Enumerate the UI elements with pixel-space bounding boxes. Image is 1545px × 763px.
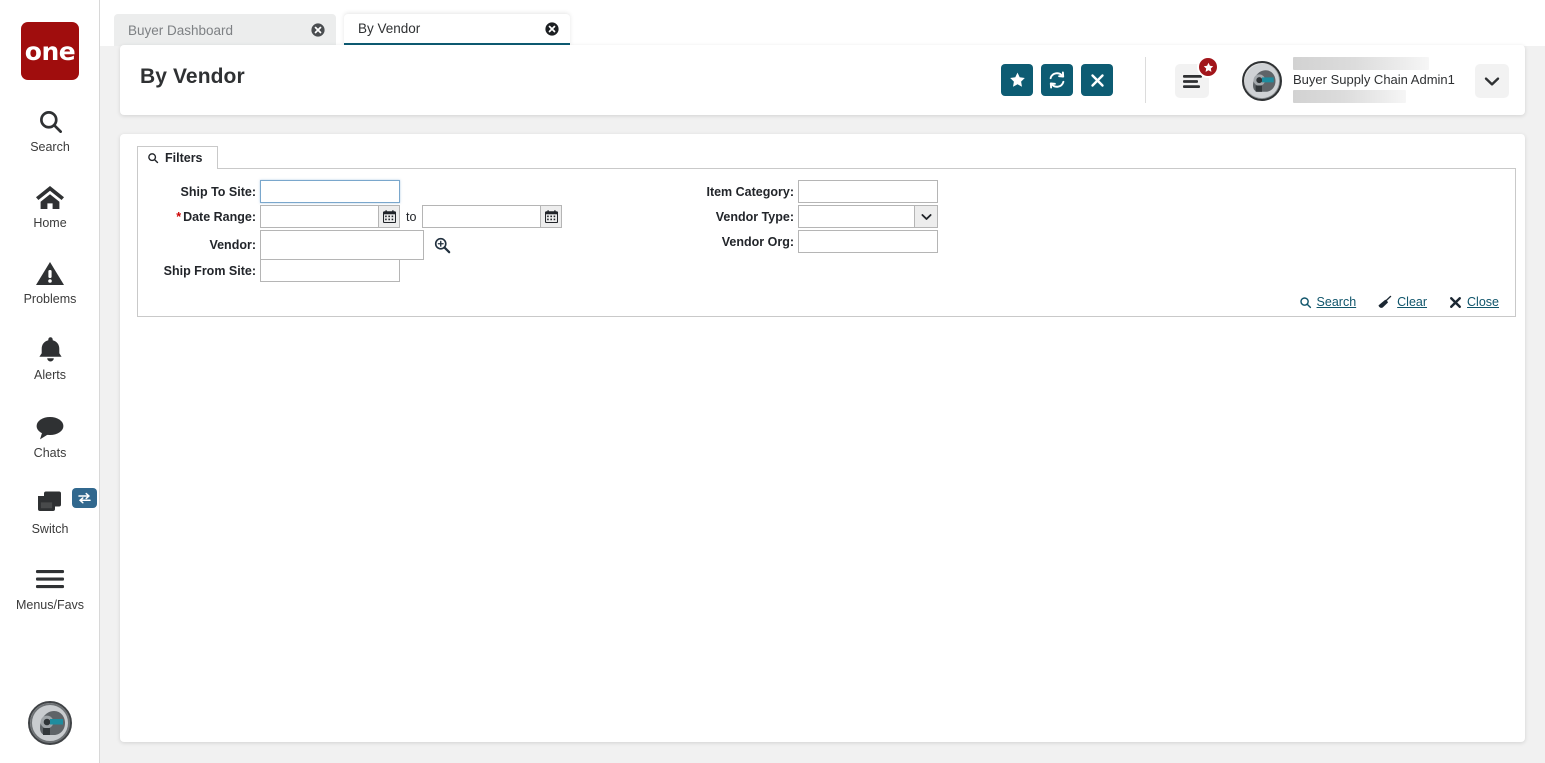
logo-text: one — [24, 36, 76, 66]
close-circle-icon[interactable] — [545, 21, 559, 36]
tab-buyer-dashboard[interactable]: Buyer Dashboard — [114, 14, 336, 46]
search-icon — [1299, 296, 1312, 309]
bell-icon — [0, 332, 100, 366]
application-window: one Search Home Problems Alerts Chats Sw… — [0, 0, 1545, 763]
left-navigation-rail: one Search Home Problems Alerts Chats Sw… — [0, 0, 100, 763]
refresh-icon — [1048, 71, 1066, 89]
ship-from-site-row: Ship From Site: — [138, 259, 400, 282]
swap-arrows-icon[interactable] — [72, 488, 97, 508]
x-icon — [1449, 296, 1462, 309]
tab-by-vendor[interactable]: By Vendor — [344, 14, 570, 46]
vendor-org-field[interactable] — [798, 230, 938, 253]
chevron-down-icon[interactable] — [914, 206, 937, 227]
favorite-button[interactable] — [1001, 64, 1033, 96]
hamburger-icon — [0, 562, 100, 596]
date-range-label-text: Date Range: — [183, 209, 256, 224]
close-button[interactable] — [1081, 64, 1113, 96]
ship-to-site-row: Ship To Site: — [138, 180, 400, 203]
sidebar-item-label: Search — [30, 140, 70, 154]
page-title: By Vendor — [140, 65, 245, 88]
vendor-org-row: Vendor Org: — [694, 230, 938, 253]
sidebar-item-label: Switch — [31, 522, 69, 536]
required-asterisk: * — [176, 209, 182, 224]
sidebar-item-label: Alerts — [34, 368, 66, 382]
header-divider — [1145, 57, 1146, 103]
vendor-row: Vendor: — [138, 230, 452, 260]
tab-label: By Vendor — [358, 21, 421, 36]
sidebar-item-search[interactable]: Search — [0, 104, 100, 155]
close-link[interactable]: Close — [1449, 295, 1499, 309]
sidebar-item-chats[interactable]: Chats — [0, 410, 100, 461]
favorites-count-badge — [1197, 56, 1219, 78]
broom-icon — [1378, 295, 1392, 309]
sidebar-item-menus-favs[interactable]: Menus/Favs — [0, 562, 100, 613]
search-icon — [147, 152, 159, 164]
tab-filters[interactable]: Filters — [137, 146, 218, 170]
vendor-type-row: Vendor Type: — [694, 205, 938, 228]
magnifier-plus-icon[interactable] — [432, 235, 452, 255]
sidebar-item-switch[interactable]: Switch — [0, 486, 100, 537]
browser-tab-strip: Buyer Dashboard By Vendor — [100, 0, 1545, 46]
clear-link[interactable]: Clear — [1378, 295, 1427, 309]
item-category-row: Item Category: — [694, 180, 938, 203]
hamburger-icon — [1182, 74, 1202, 89]
windows-stack-icon — [0, 486, 100, 520]
calendar-icon[interactable] — [378, 206, 399, 227]
redacted-bar-bottom — [1293, 90, 1406, 103]
close-link-label: Close — [1467, 295, 1499, 309]
item-category-field[interactable] — [798, 180, 938, 203]
home-icon — [0, 180, 100, 214]
chat-bubble-icon — [0, 410, 100, 444]
sidebar-item-label: Menus/Favs — [15, 598, 85, 612]
date-to-wrap — [422, 205, 563, 228]
filters-panel-body: Ship To Site: * Date Range: to Vendor: S… — [137, 169, 1516, 317]
search-icon — [0, 104, 100, 138]
filter-action-links: Search Clear Close — [1299, 295, 1499, 309]
date-from-wrap — [260, 205, 400, 228]
star-icon — [1009, 72, 1026, 88]
tab-filters-label: Filters — [165, 151, 203, 165]
sidebar-item-home[interactable]: Home — [0, 180, 100, 231]
item-category-label: Item Category: — [706, 184, 794, 199]
sidebar-item-alerts[interactable]: Alerts — [0, 332, 100, 383]
sidebar-item-label: Problems — [23, 292, 77, 306]
ship-to-site-field[interactable] — [260, 180, 400, 203]
star-icon — [1203, 62, 1214, 73]
vendor-label: Vendor: — [209, 238, 256, 252]
x-icon — [1090, 73, 1105, 88]
search-link[interactable]: Search — [1299, 295, 1357, 309]
user-name: Buyer Supply Chain Admin1 — [1293, 72, 1455, 87]
ai-head-avatar-icon[interactable] — [28, 701, 72, 745]
tab-label: Buyer Dashboard — [128, 22, 234, 38]
ship-from-site-field[interactable] — [260, 259, 400, 282]
page-content-card: Filters Ship To Site: * Date Range: to V… — [120, 134, 1525, 742]
page-header-card: By Vendor Buyer Supply Chain Admin1 — [120, 45, 1525, 115]
vendor-type-label: Vendor Type: — [715, 209, 794, 224]
search-link-label: Search — [1316, 295, 1357, 309]
date-range-row: * Date Range: to — [138, 205, 563, 228]
date-range-label: * Date Range: — [138, 210, 256, 224]
chevron-down-icon — [1484, 76, 1500, 87]
sidebar-item-label: Chats — [33, 446, 67, 460]
ship-to-site-label: Ship To Site: — [180, 184, 256, 199]
user-identity-block[interactable]: Buyer Supply Chain Admin1 — [1293, 57, 1455, 103]
one-network-logo[interactable]: one — [21, 22, 79, 80]
vendor-org-label: Vendor Org: — [721, 234, 794, 249]
calendar-icon[interactable] — [540, 206, 562, 227]
vendor-field[interactable] — [260, 230, 424, 260]
avatar[interactable] — [1242, 61, 1282, 101]
ship-from-site-label: Ship From Site: — [163, 263, 256, 278]
user-menu-dropdown-button[interactable] — [1475, 64, 1509, 98]
sidebar-item-label: Home — [33, 216, 67, 230]
warning-triangle-icon — [0, 256, 100, 290]
date-range-separator: to — [406, 209, 417, 224]
clear-link-label: Clear — [1397, 295, 1428, 309]
close-circle-icon[interactable] — [311, 23, 325, 37]
sidebar-item-problems[interactable]: Problems — [0, 256, 100, 307]
vendor-type-wrap — [798, 205, 938, 228]
redacted-bar-top — [1293, 57, 1429, 70]
filters-tab-row: Filters — [137, 146, 1516, 170]
refresh-button[interactable] — [1041, 64, 1073, 96]
